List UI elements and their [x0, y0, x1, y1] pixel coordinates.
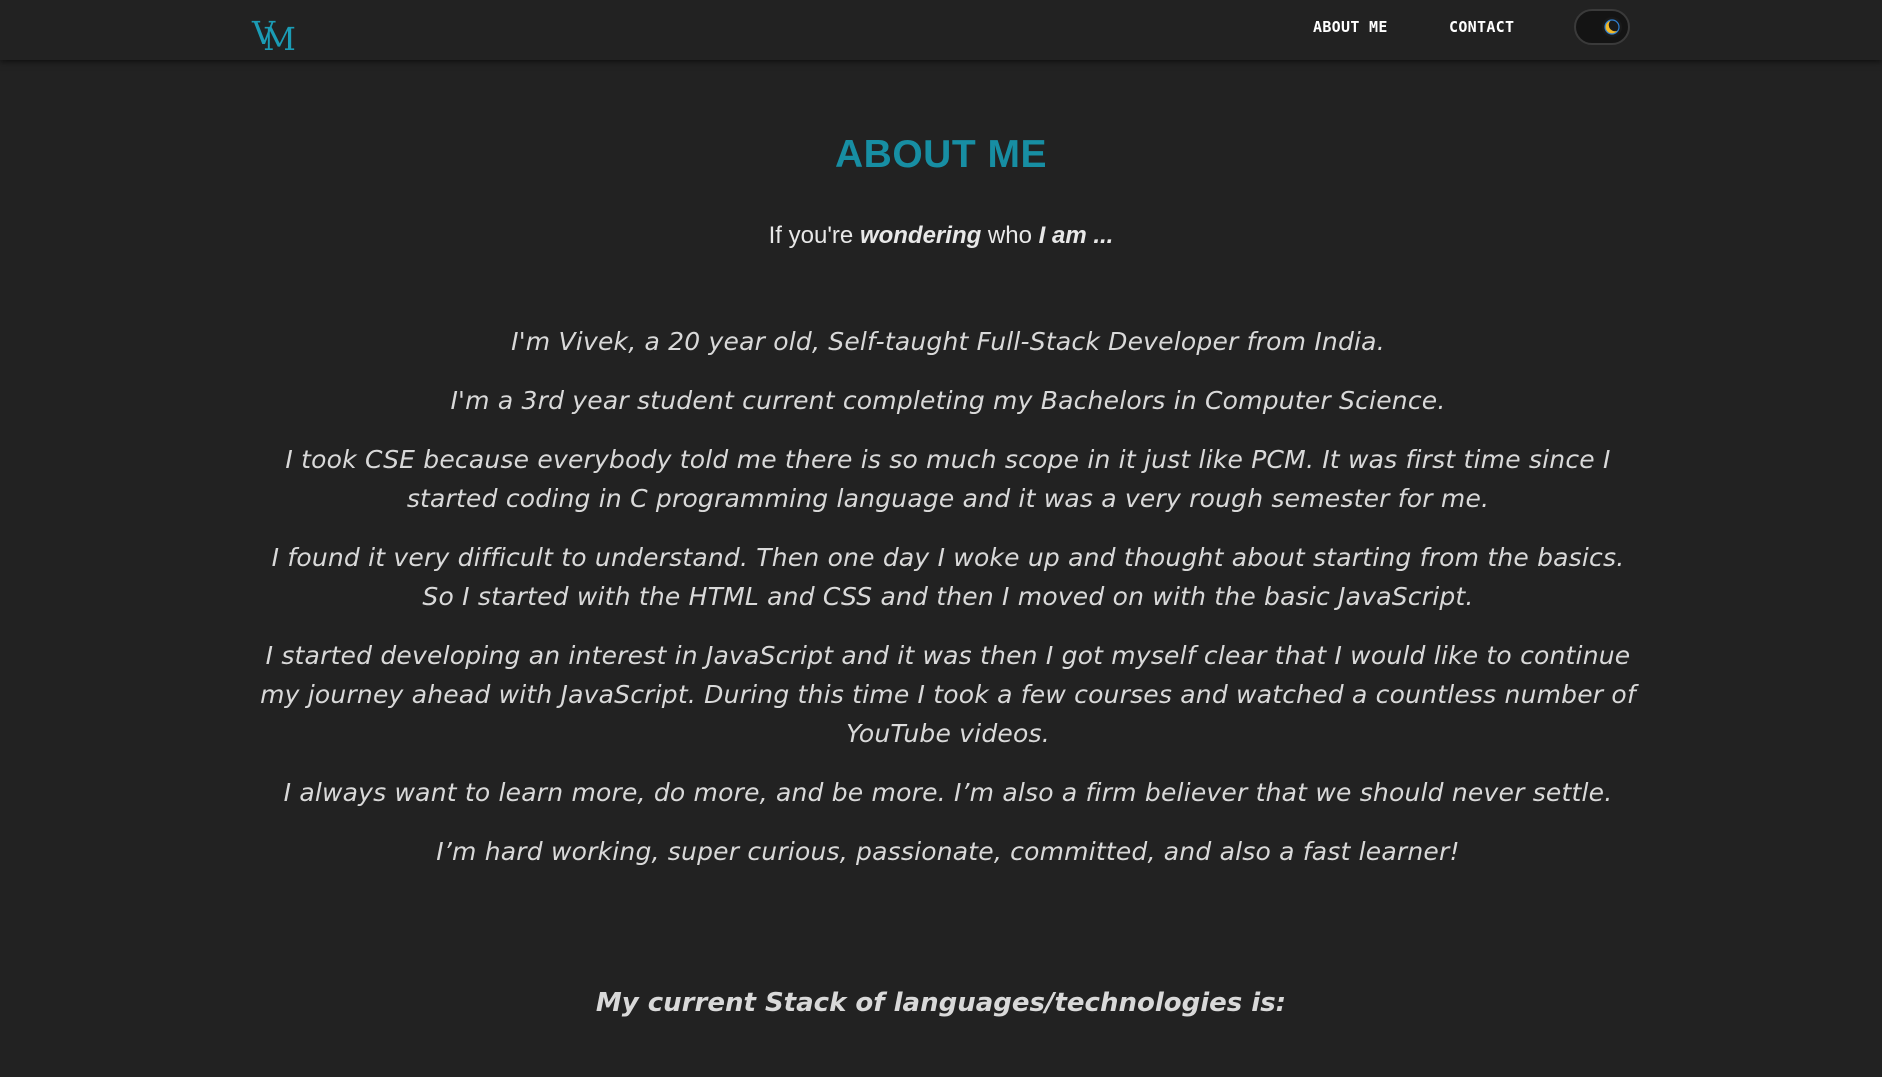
section-title: ABOUT ME — [835, 133, 1047, 176]
subtitle-text-2: who — [981, 222, 1039, 249]
subtitle-text-1: If you're — [768, 222, 860, 249]
bio-paragraph: I started developing an interest in Java… — [260, 641, 1636, 748]
subtitle-emphasis-i-am: I am ... — [1038, 222, 1114, 249]
nav-link-about-me[interactable]: ABOUT ME — [1313, 18, 1388, 36]
logo-letter-m: M — [263, 20, 296, 58]
site-logo[interactable]: V M — [252, 8, 296, 58]
theme-toggle[interactable] — [1574, 9, 1630, 45]
moon-icon — [1602, 17, 1622, 37]
section-subtitle: If you're wondering who I am ... — [0, 222, 1882, 250]
stack-heading: My current Stack of languages/technologi… — [595, 988, 1287, 1018]
about-section: ABOUT ME If you're wondering who I am ..… — [0, 60, 1882, 1077]
bio-text: I'm Vivek, a 20 year old, Self-taught Fu… — [255, 322, 1641, 891]
bio-paragraph: I'm a 3rd year student current completin… — [450, 386, 1446, 415]
subtitle-emphasis-wondering: wondering — [859, 222, 982, 249]
bio-paragraph: I always want to learn more, do more, an… — [283, 778, 1613, 807]
bio-paragraph: I found it very difficult to understand.… — [271, 543, 1625, 611]
nav-link-contact[interactable]: CONTACT — [1449, 18, 1514, 36]
bio-paragraph: I’m hard working, super curious, passion… — [436, 837, 1460, 866]
navbar: V M ABOUT ME CONTACT — [0, 0, 1882, 60]
bio-paragraph: I'm Vivek, a 20 year old, Self-taught Fu… — [511, 327, 1385, 356]
bio-paragraph: I took CSE because everybody told me the… — [285, 445, 1611, 513]
